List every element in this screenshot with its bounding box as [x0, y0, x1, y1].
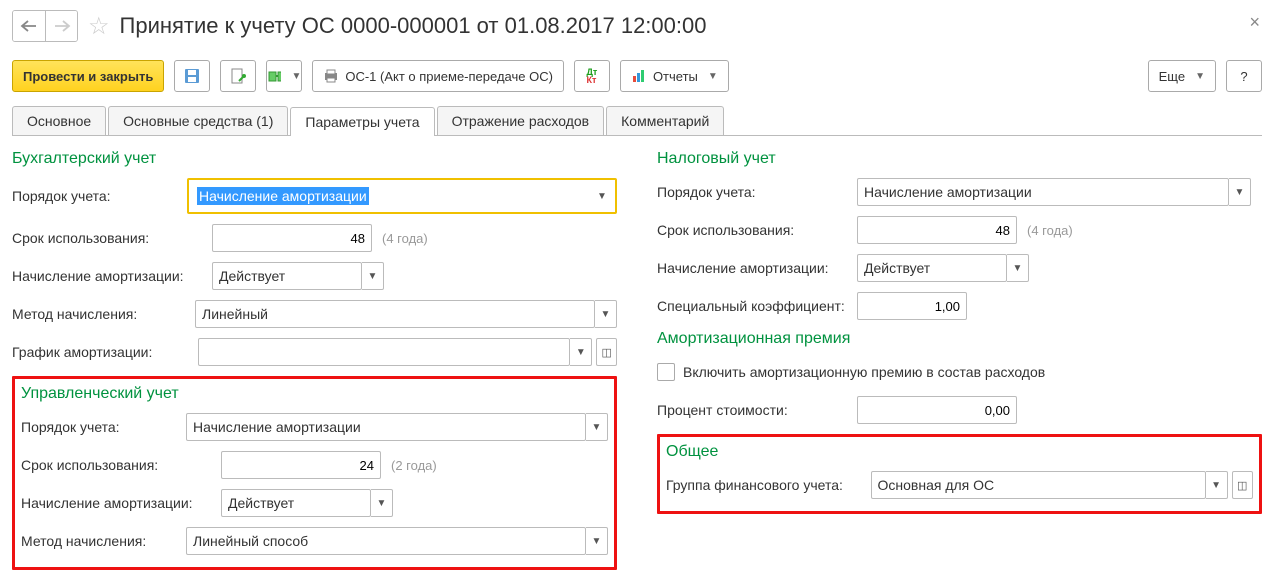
nu-order-label: Порядок учета: — [657, 184, 857, 200]
bu-term-label: Срок использования: — [12, 230, 212, 246]
mu-order-label: Порядок учета: — [21, 419, 186, 435]
page-title: Принятие к учету ОС 0000-000001 от 01.08… — [120, 13, 707, 39]
mu-depr-select[interactable]: Действует — [221, 489, 371, 517]
chevron-down-icon: ▼ — [1195, 71, 1205, 82]
bu-order-label: Порядок учета: — [12, 188, 187, 204]
nu-depr-select[interactable]: Действует — [857, 254, 1007, 282]
close-button[interactable]: × — [1249, 12, 1260, 33]
help-button[interactable]: ? — [1226, 60, 1262, 92]
bu-schedule-select[interactable] — [198, 338, 570, 366]
mu-depr-label: Начисление амортизации: — [21, 495, 221, 511]
nu-term-hint: (4 года) — [1027, 223, 1073, 238]
section-nu-title: Налоговый учет — [657, 150, 1262, 168]
bu-schedule-label: График амортизации: — [12, 344, 198, 360]
chevron-down-icon: ▼ — [291, 71, 301, 82]
dropdown-icon[interactable]: ▼ — [586, 413, 608, 441]
nu-term-input[interactable] — [857, 216, 1017, 244]
common-group-select[interactable]: Основная для ОС — [871, 471, 1206, 499]
bu-term-hint: (4 года) — [382, 231, 428, 246]
bu-method-select[interactable]: Линейный — [195, 300, 595, 328]
mu-method-label: Метод начисления: — [21, 533, 186, 549]
dropdown-icon[interactable]: ▼ — [362, 262, 384, 290]
reports-button[interactable]: Отчеты ▼ — [620, 60, 729, 92]
nu-depr-label: Начисление амортизации: — [657, 260, 857, 276]
dtkt-button[interactable]: ДтКт — [574, 60, 610, 92]
open-ref-button[interactable]: ◫ — [596, 338, 617, 366]
mu-method-select[interactable]: Линейный способ — [186, 527, 586, 555]
bu-order-select[interactable]: Начисление амортизации — [191, 182, 591, 210]
save-button[interactable] — [174, 60, 210, 92]
tab-comment[interactable]: Комментарий — [606, 106, 724, 135]
mu-term-input[interactable] — [221, 451, 381, 479]
print-os1-button[interactable]: ОС-1 (Акт о приеме-передаче ОС) — [312, 60, 564, 92]
bu-depr-label: Начисление амортизации: — [12, 268, 212, 284]
nu-coef-input[interactable] — [857, 292, 967, 320]
nu-coef-label: Специальный коэффициент: — [657, 298, 857, 314]
section-bu-title: Бухгалтерский учет — [12, 150, 617, 168]
bonus-percent-label: Процент стоимости: — [657, 402, 857, 418]
tab-expenses[interactable]: Отражение расходов — [437, 106, 605, 135]
section-mu-title: Управленческий учет — [21, 385, 608, 403]
nav-back-button[interactable] — [13, 11, 45, 41]
common-group-label: Группа финансового учета: — [666, 477, 871, 493]
more-button[interactable]: Еще ▼ — [1148, 60, 1216, 92]
dropdown-icon[interactable]: ▼ — [595, 300, 617, 328]
dropdown-icon[interactable]: ▼ — [591, 182, 613, 210]
bu-method-label: Метод начисления: — [12, 306, 195, 322]
dropdown-icon[interactable]: ▼ — [570, 338, 592, 366]
dropdown-icon[interactable]: ▼ — [586, 527, 608, 555]
mu-order-select[interactable]: Начисление амортизации — [186, 413, 586, 441]
dropdown-icon[interactable]: ▼ — [1007, 254, 1029, 282]
tab-accounting-params[interactable]: Параметры учета — [290, 107, 434, 136]
section-bonus-title: Амортизационная премия — [657, 330, 1262, 348]
dropdown-icon[interactable]: ▼ — [1206, 471, 1228, 499]
bonus-include-label: Включить амортизационную премию в состав… — [683, 364, 1045, 380]
open-ref-button[interactable]: ◫ — [1232, 471, 1253, 499]
mu-term-label: Срок использования: — [21, 457, 221, 473]
dropdown-icon[interactable]: ▼ — [1229, 178, 1251, 206]
post-button[interactable] — [220, 60, 256, 92]
section-common-title: Общее — [666, 443, 1253, 461]
dropdown-icon[interactable]: ▼ — [371, 489, 393, 517]
bonus-include-checkbox[interactable] — [657, 363, 675, 381]
tab-assets[interactable]: Основные средства (1) — [108, 106, 288, 135]
bonus-percent-input[interactable] — [857, 396, 1017, 424]
chevron-down-icon: ▼ — [708, 71, 718, 82]
mu-term-hint: (2 года) — [391, 458, 437, 473]
tab-main[interactable]: Основное — [12, 106, 106, 135]
bu-depr-select[interactable]: Действует — [212, 262, 362, 290]
bu-term-input[interactable] — [212, 224, 372, 252]
nu-term-label: Срок использования: — [657, 222, 857, 238]
favorite-star-icon[interactable]: ☆ — [88, 12, 110, 41]
post-and-close-button[interactable]: Провести и закрыть — [12, 60, 164, 92]
create-based-on-button[interactable]: ▼ — [266, 60, 302, 92]
nu-order-select[interactable]: Начисление амортизации — [857, 178, 1229, 206]
nav-forward-button[interactable] — [45, 11, 77, 41]
